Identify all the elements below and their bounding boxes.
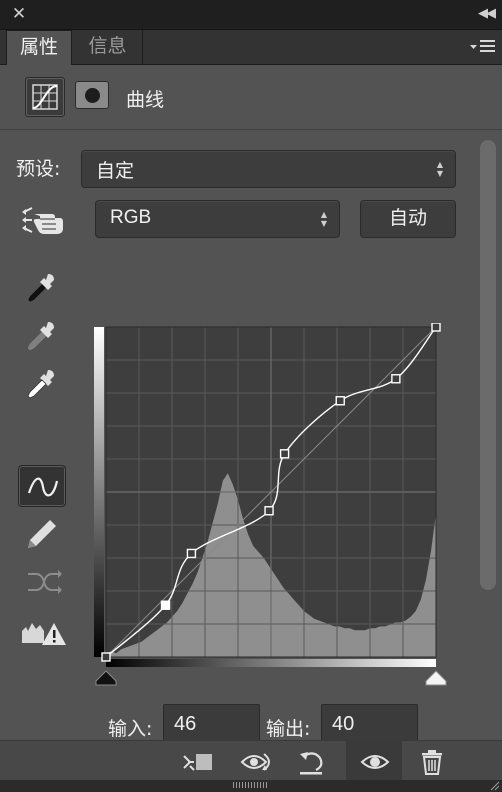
input-label: 输入:: [108, 718, 153, 740]
properties-panel: 曲线 预设: 自定 ▲ ▼ RGB ▲ ▼ 自动 输入: 46 输出: 40: [0, 65, 502, 745]
tab-properties[interactable]: 属性: [6, 30, 72, 66]
curve-graph[interactable]: [92, 322, 450, 693]
clipping-warning-icon[interactable]: [18, 612, 68, 654]
channel-value: RGB: [110, 207, 152, 228]
updown-arrows-icon: ▲ ▼: [320, 210, 328, 228]
clip-to-layer-icon[interactable]: [166, 741, 222, 781]
reset-icon[interactable]: [282, 741, 338, 781]
panel-menu-icon[interactable]: [470, 38, 496, 56]
curve-point[interactable]: [186, 548, 197, 559]
white-point-slider[interactable]: [425, 670, 447, 686]
preset-label: 预设:: [16, 158, 61, 180]
curve-point-selected[interactable]: [160, 600, 171, 610]
scrollbar[interactable]: [475, 130, 502, 740]
resize-corner-icon[interactable]: [488, 779, 500, 791]
curve-point[interactable]: [431, 322, 441, 332]
preset-value: 自定: [96, 160, 135, 182]
curve-point[interactable]: [264, 506, 274, 516]
double-chevron-left-icon[interactable]: ◀◀: [476, 4, 496, 24]
toggle-visibility-icon[interactable]: [346, 741, 402, 781]
curves-content: 预设: 自定 ▲ ▼ RGB ▲ ▼ 自动 输入: 46 输出: 40: [0, 130, 475, 745]
panel-footer: [0, 740, 502, 781]
view-previous-state-icon[interactable]: [226, 741, 282, 781]
preset-select[interactable]: 自定 ▲ ▼: [81, 150, 456, 188]
adjustment-title: 曲线: [126, 89, 165, 111]
delete-icon[interactable]: [404, 741, 460, 781]
curve-point[interactable]: [335, 396, 345, 406]
channel-select[interactable]: RGB ▲ ▼: [95, 200, 340, 238]
close-icon[interactable]: ✕: [10, 4, 28, 24]
updown-arrows-icon: ▲ ▼: [436, 160, 444, 178]
panel-resize-grip[interactable]: [0, 780, 502, 792]
grip-lines: [233, 782, 269, 788]
panel-titlebar: ✕ ◀◀: [0, 0, 502, 30]
output-field[interactable]: 40: [321, 704, 418, 745]
curve-point-edit-icon[interactable]: [18, 465, 66, 507]
tab-bar: 属性 信息: [0, 30, 502, 66]
adjustment-header: 曲线: [0, 65, 502, 130]
curve-point[interactable]: [279, 449, 290, 459]
curve-tools: [14, 255, 70, 595]
output-gradient-bar: [94, 327, 104, 657]
target-adjust-hand-icon[interactable]: [20, 204, 64, 236]
gray-point-eyedropper-icon[interactable]: [18, 315, 66, 357]
smooth-curve-icon[interactable]: [18, 561, 66, 603]
curve-chart[interactable]: [92, 322, 450, 693]
black-point-eyedropper-icon[interactable]: [18, 267, 66, 309]
mask-dot: [85, 88, 100, 103]
auto-button[interactable]: 自动: [360, 200, 456, 238]
pencil-draw-icon[interactable]: [18, 513, 66, 555]
input-field[interactable]: 46: [163, 704, 260, 745]
black-point-slider[interactable]: [95, 670, 117, 686]
curves-adjustment-icon[interactable]: [25, 77, 65, 117]
tab-info[interactable]: 信息: [73, 30, 143, 65]
output-label: 输出:: [266, 718, 311, 740]
curve-point[interactable]: [391, 374, 401, 384]
curve-point[interactable]: [101, 652, 111, 662]
layer-mask-icon[interactable]: [75, 81, 109, 109]
scroll-thumb[interactable]: [480, 140, 496, 590]
white-point-eyedropper-icon[interactable]: [18, 363, 66, 405]
input-gradient-bar: [106, 659, 436, 667]
